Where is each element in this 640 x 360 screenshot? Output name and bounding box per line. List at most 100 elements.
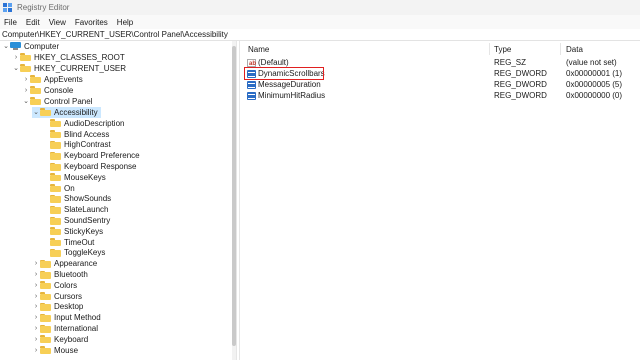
tree-item-accessibility[interactable]: ⌄ Accessibility <box>32 107 101 118</box>
tree-item-appevents[interactable]: › AppEvents <box>22 74 83 85</box>
folder-icon <box>40 108 51 117</box>
tree-item-slatelaunch[interactable]: SlateLaunch <box>42 204 108 215</box>
folder-icon <box>50 173 61 182</box>
column-separator[interactable] <box>489 43 490 55</box>
tree-item-label: HighContrast <box>64 140 111 150</box>
tree-item-keyboard[interactable]: › Keyboard <box>32 334 88 345</box>
column-header-type[interactable]: Type <box>494 41 560 57</box>
tree-item-input-method[interactable]: › Input Method <box>32 312 101 323</box>
chevron-down-icon[interactable]: ⌄ <box>12 64 20 72</box>
tree-item-label: ToggleKeys <box>64 248 106 258</box>
column-header-data[interactable]: Data <box>566 41 636 57</box>
folder-icon <box>30 97 41 106</box>
folder-icon <box>50 151 61 160</box>
tree-item-label: Desktop <box>54 302 84 312</box>
menu-file[interactable]: File <box>1 18 20 27</box>
tree-item-label: Mouse <box>54 345 79 355</box>
chevron-right-icon[interactable]: › <box>32 293 40 300</box>
tree-item-hkcu[interactable]: ⌄ HKEY_CURRENT_USER <box>12 63 126 74</box>
value-data: 0x00000005 (5) <box>566 80 623 89</box>
tree-item-label: Bluetooth <box>54 270 88 280</box>
tree-item-control-panel[interactable]: ⌄ Control Panel <box>22 96 92 107</box>
tree-item-label: MouseKeys <box>64 172 106 182</box>
folder-icon <box>40 313 51 322</box>
menu-edit[interactable]: Edit <box>23 18 43 27</box>
value-type: REG_DWORD <box>494 91 547 100</box>
menu-view[interactable]: View <box>46 18 69 27</box>
string-value-icon: ab <box>247 58 257 67</box>
column-header-name[interactable]: Name <box>248 41 488 57</box>
menu-favorites[interactable]: Favorites <box>72 18 111 27</box>
computer-icon <box>10 42 21 51</box>
tree-item-stickykeys[interactable]: StickyKeys <box>42 226 103 237</box>
tree-item-label: Keyboard Preference <box>64 151 140 161</box>
tree-item-hkcr[interactable]: › HKEY_CLASSES_ROOT <box>12 52 125 63</box>
chevron-right-icon[interactable]: › <box>32 271 40 278</box>
tree-item-label: Blind Access <box>64 129 110 139</box>
tree-item-international[interactable]: › International <box>32 323 98 334</box>
folder-icon <box>50 216 61 225</box>
chevron-down-icon[interactable]: ⌄ <box>2 42 10 50</box>
value-name: MinimumHitRadius <box>258 91 326 100</box>
tree-item-mouse[interactable]: › Mouse <box>32 345 78 356</box>
tree-item-appearance[interactable]: › Appearance <box>32 258 97 269</box>
tree-item-timeout[interactable]: TimeOut <box>42 237 94 248</box>
value-row-messageduration[interactable]: MessageDuration REG_DWORD 0x00000005 (5) <box>240 79 640 90</box>
tree-item-highcontrast[interactable]: HighContrast <box>42 140 111 151</box>
folder-icon <box>50 184 61 193</box>
tree-item-colors[interactable]: › Colors <box>32 280 77 291</box>
tree-item-console[interactable]: › Console <box>22 85 74 96</box>
value-data: (value not set) <box>566 58 617 67</box>
chevron-right-icon[interactable]: › <box>32 347 40 354</box>
tree-item-label: Control Panel <box>44 96 93 106</box>
tree-item-label: Cursors <box>54 291 83 301</box>
tree-item-label: SlateLaunch <box>64 205 109 215</box>
folder-icon <box>50 238 61 247</box>
tree-item-keyboard-response[interactable]: Keyboard Response <box>42 161 137 172</box>
menu-bar: File Edit View Favorites Help <box>0 15 640 29</box>
chevron-right-icon[interactable]: › <box>32 336 40 343</box>
tree-item-label: ShowSounds <box>64 194 112 204</box>
value-data: 0x00000000 (0) <box>566 91 623 100</box>
folder-icon <box>50 119 61 128</box>
chevron-down-icon[interactable]: ⌄ <box>32 108 40 116</box>
tree-item-label: Keyboard Response <box>64 162 137 172</box>
chevron-right-icon[interactable]: › <box>32 282 40 289</box>
tree-item-bluetooth[interactable]: › Bluetooth <box>32 269 88 280</box>
value-name: MessageDuration <box>258 80 321 89</box>
tree-item-on[interactable]: On <box>42 183 75 194</box>
tree-item-mousekeys[interactable]: MouseKeys <box>42 172 106 183</box>
key-tree[interactable]: ⌄ Computer › HKEY_CLASSES_ROOT ⌄ HKEY_CU… <box>0 41 234 360</box>
folder-icon <box>50 194 61 203</box>
tree-item-label: On <box>64 183 75 193</box>
chevron-right-icon[interactable]: › <box>32 314 40 321</box>
tree-item-showsounds[interactable]: ShowSounds <box>42 194 111 205</box>
tree-item-desktop[interactable]: › Desktop <box>32 302 84 313</box>
folder-icon <box>50 140 61 149</box>
tree-item-soundsentry[interactable]: SoundSentry <box>42 215 110 226</box>
chevron-right-icon[interactable]: › <box>32 260 40 267</box>
address-bar[interactable]: Computer\HKEY_CURRENT_USER\Control Panel… <box>0 29 640 41</box>
tree-item-cursors[interactable]: › Cursors <box>32 291 82 302</box>
tree-item-keyboard-preference[interactable]: Keyboard Preference <box>42 150 140 161</box>
column-separator[interactable] <box>560 43 561 55</box>
chevron-down-icon[interactable]: ⌄ <box>22 97 30 105</box>
menu-help[interactable]: Help <box>114 18 136 27</box>
chevron-right-icon[interactable]: › <box>12 54 20 61</box>
chevron-right-icon[interactable]: › <box>22 87 30 94</box>
tree-item-togglekeys[interactable]: ToggleKeys <box>42 248 105 259</box>
chevron-right-icon[interactable]: › <box>32 325 40 332</box>
dword-value-icon <box>247 80 256 89</box>
folder-icon <box>50 227 61 236</box>
folder-icon <box>50 162 61 171</box>
tree-item-label: HKEY_CURRENT_USER <box>34 63 127 73</box>
value-row-minimumhitradius[interactable]: MinimumHitRadius REG_DWORD 0x00000000 (0… <box>240 90 640 101</box>
chevron-right-icon[interactable]: › <box>22 76 30 83</box>
tree-item-blind-access[interactable]: Blind Access <box>42 129 109 140</box>
values-list[interactable]: Name Type Data ab (Default) REG_SZ (valu… <box>240 41 640 360</box>
chevron-right-icon[interactable]: › <box>32 303 40 310</box>
tree-item-label: Appearance <box>54 259 98 269</box>
folder-icon <box>40 270 51 279</box>
tree-item-audiodescription[interactable]: AudioDescription <box>42 118 124 129</box>
tree-item-computer[interactable]: ⌄ Computer <box>2 41 59 52</box>
